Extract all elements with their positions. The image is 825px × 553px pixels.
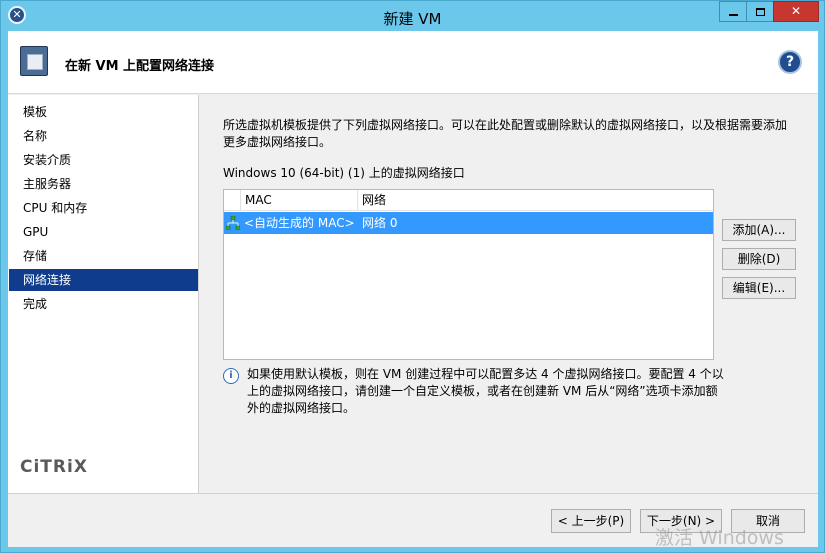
minimize-button[interactable] (719, 1, 747, 22)
add-interface-button[interactable]: 添加(A)... (722, 219, 796, 241)
window-title: 新建 VM (383, 10, 442, 28)
info-icon: i (223, 368, 239, 384)
edit-interface-button[interactable]: 编辑(E)... (722, 277, 796, 299)
row-mac-cell: <自动生成的 MAC> (244, 216, 355, 230)
page-title: 在新 VM 上配置网络连接 (65, 59, 215, 74)
title-bar[interactable]: ✕ 新建 VM ✕ (1, 1, 824, 31)
wizard-steps-sidebar: 模板 名称 安装介质 主服务器 CPU 和内存 GPU 存储 网络连接 完成 C… (8, 95, 199, 493)
step-gpu[interactable]: GPU (9, 221, 198, 243)
citrix-logo: CiTRiX (20, 457, 88, 477)
step-name[interactable]: 名称 (9, 125, 198, 147)
column-header-icon[interactable] (224, 190, 241, 211)
delete-interface-button[interactable]: 删除(D) (722, 248, 796, 270)
table-row[interactable]: <自动生成的 MAC> 网络 0 (224, 212, 713, 234)
step-cpu-memory[interactable]: CPU 和内存 (9, 197, 198, 219)
list-header: MAC 网络 (224, 190, 713, 211)
vm-wizard-icon (20, 46, 48, 76)
row-network-cell: 网络 0 (362, 216, 398, 230)
network-icon (226, 216, 240, 230)
close-icon: ✕ (790, 4, 802, 18)
wizard-client-area: 在新 VM 上配置网络连接 ? 模板 名称 安装介质 主服务器 CPU 和内存 … (8, 31, 818, 547)
step-home-server[interactable]: 主服务器 (9, 173, 198, 195)
help-icon[interactable]: ? (778, 50, 802, 74)
interfaces-label: Windows 10 (64-bit) (1) 上的虚拟网络接口 (223, 166, 465, 180)
step-networking[interactable]: 网络连接 (9, 269, 198, 291)
maximize-icon (755, 7, 765, 16)
previous-button[interactable]: < 上一步(P) (551, 509, 631, 533)
step-install-media[interactable]: 安装介质 (9, 149, 198, 171)
app-window: ✕ 新建 VM ✕ 在新 VM 上配置网络连接 ? 模板 名称 安装介质 主服务… (0, 0, 825, 553)
step-finish[interactable]: 完成 (9, 293, 198, 315)
column-header-network[interactable]: 网络 (358, 190, 713, 211)
step-storage[interactable]: 存储 (9, 245, 198, 267)
maximize-button[interactable] (746, 1, 774, 22)
activate-windows-watermark: 激活 Windows (655, 527, 784, 549)
column-header-mac[interactable]: MAC (241, 190, 358, 211)
info-message: 如果使用默认模板，则在 VM 创建过程中可以配置多达 4 个虚拟网络接口。要配置… (247, 367, 724, 415)
page-description: 所选虚拟机模板提供了下列虚拟网络接口。可以在此处配置或删除默认的虚拟网络接口，以… (223, 118, 788, 149)
network-interfaces-list[interactable]: MAC 网络 <自动生成的 MAC> 网络 0 (223, 189, 714, 360)
step-template[interactable]: 模板 (9, 101, 198, 123)
main-panel: 所选虚拟机模板提供了下列虚拟网络接口。可以在此处配置或删除默认的虚拟网络接口，以… (200, 95, 818, 493)
close-button[interactable]: ✕ (773, 1, 819, 22)
wizard-header: 在新 VM 上配置网络连接 ? (8, 31, 818, 94)
minimize-icon (728, 13, 738, 16)
